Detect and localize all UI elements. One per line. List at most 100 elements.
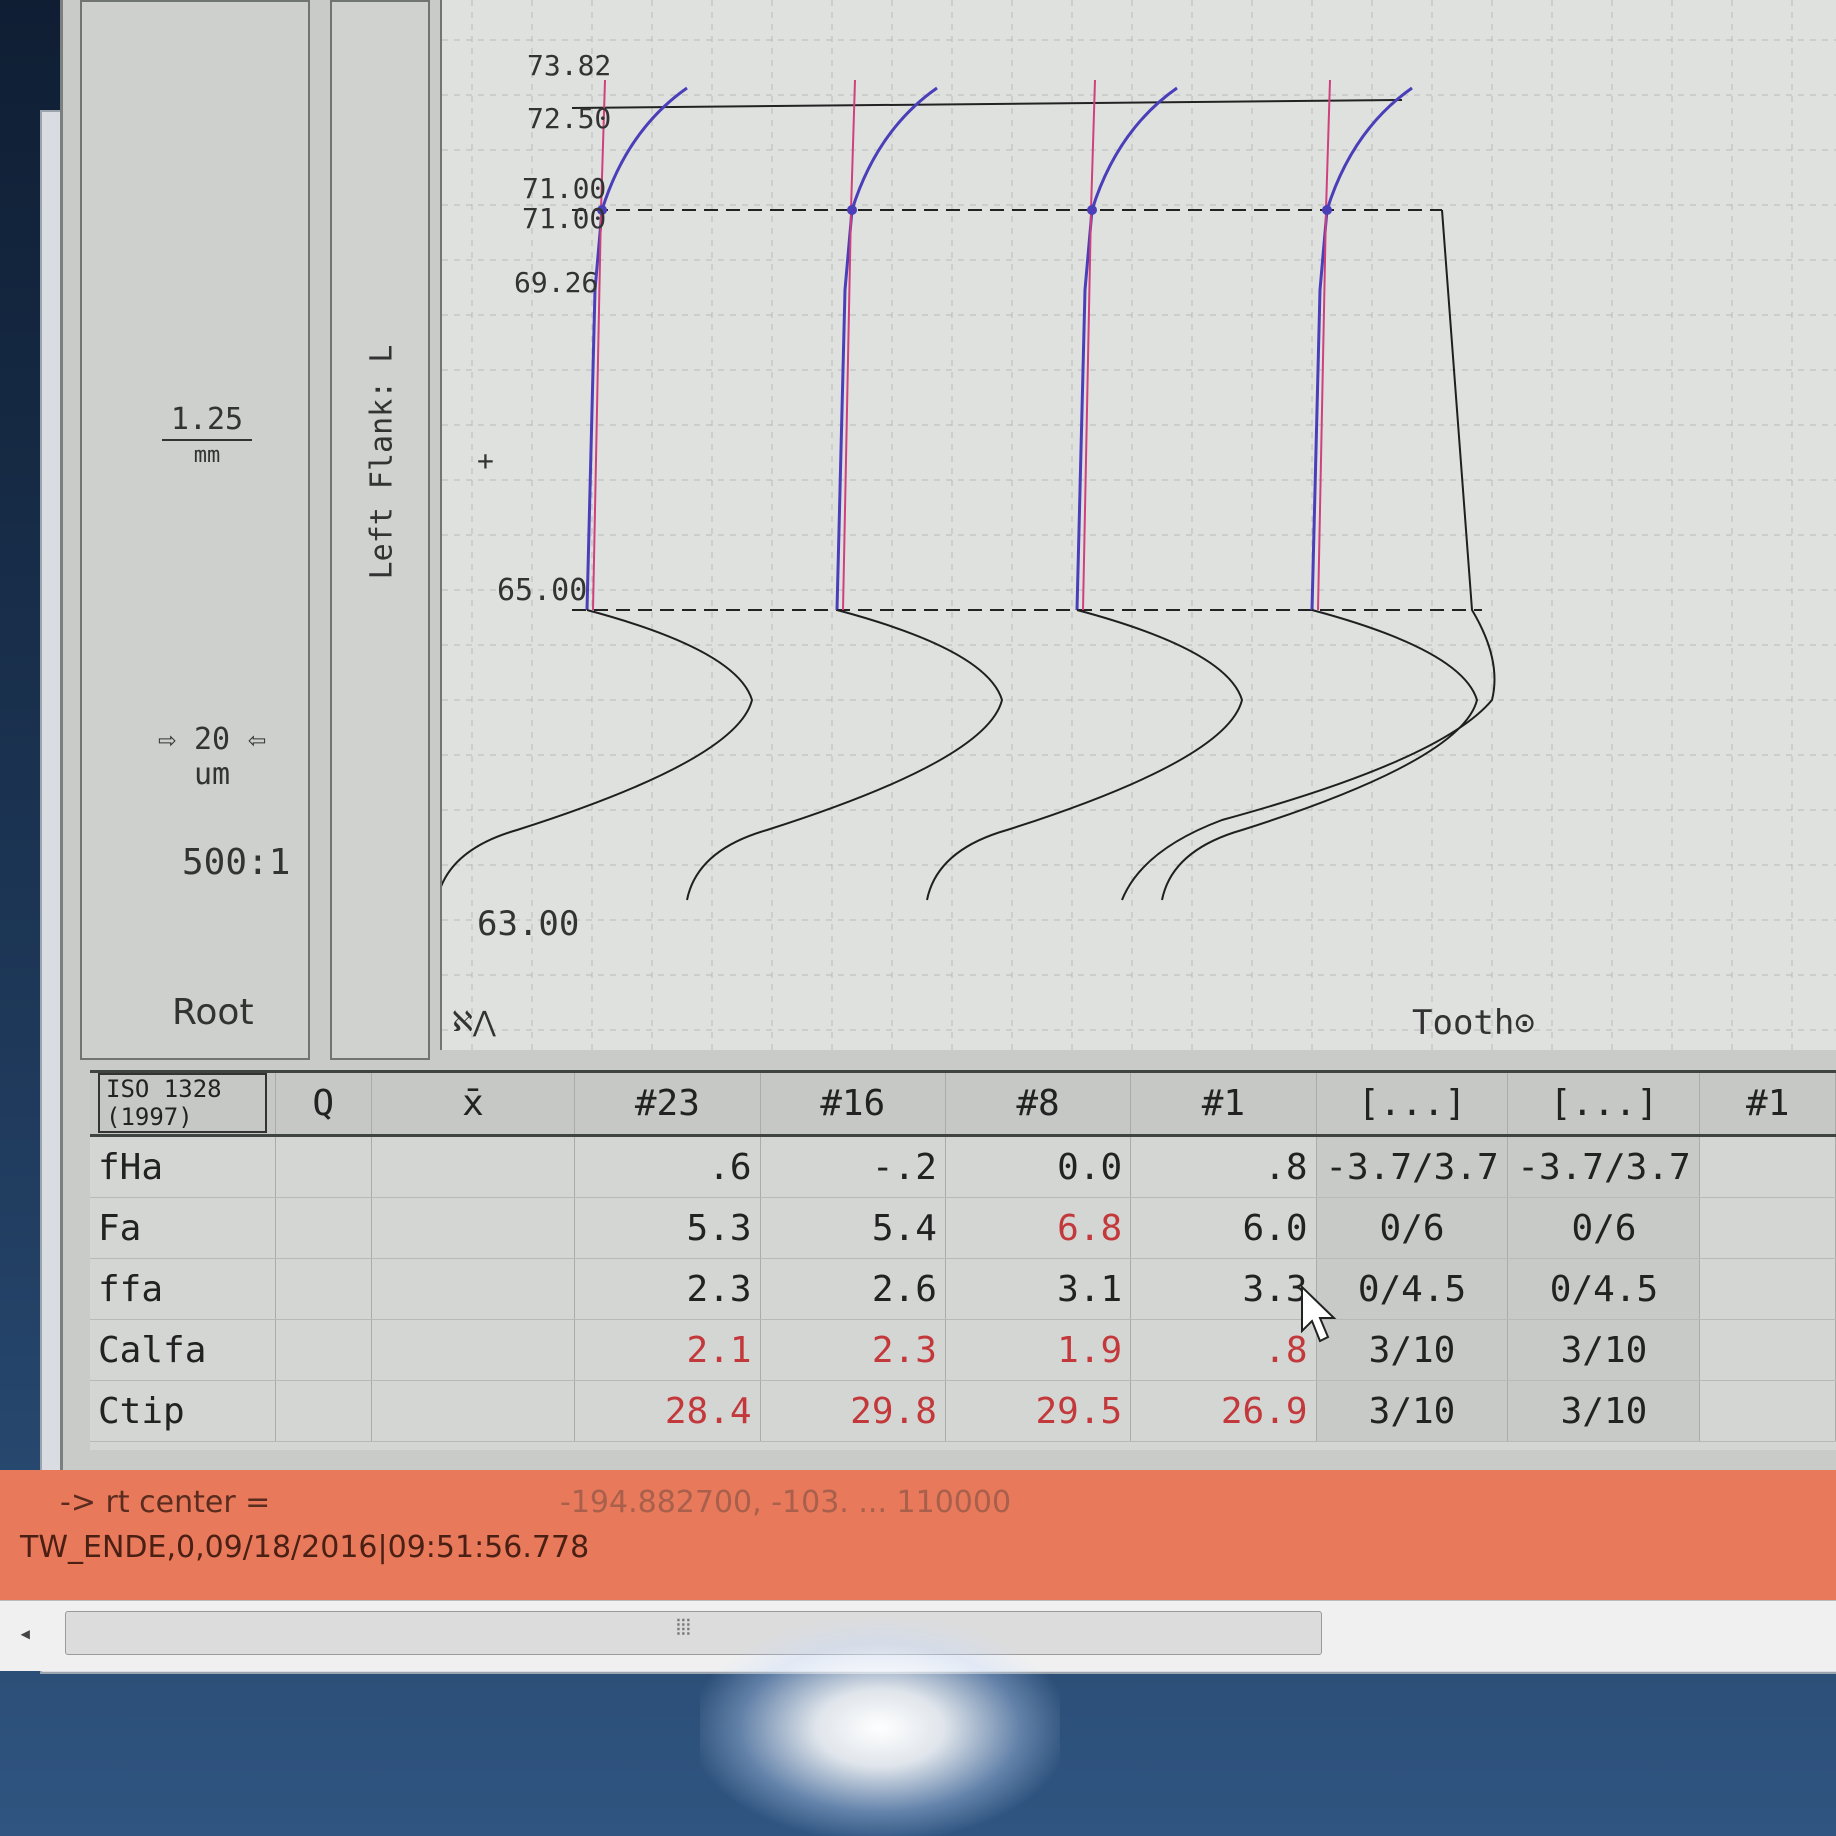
value-cell: 29.5: [945, 1380, 1132, 1442]
parameter-name: fHa: [90, 1135, 276, 1198]
q-cell: [275, 1135, 372, 1198]
value-cell: 5.4: [760, 1197, 946, 1259]
tolerance-cell: 3/10: [1507, 1380, 1701, 1442]
parameter-name: Calfa: [90, 1319, 276, 1381]
plus-marker: +: [477, 444, 494, 477]
extra-cell: [1699, 1135, 1836, 1198]
root-label: Root: [172, 992, 254, 1033]
value-cell: 2.3: [574, 1258, 761, 1320]
value-cell: 2.1: [574, 1319, 761, 1381]
results-grid: ISO 1328 (1997) Q x̄ #23 #16 #8 #1 [...]…: [90, 1070, 1836, 1450]
parameter-name: Fa: [90, 1197, 276, 1259]
parameter-name: Ctip: [90, 1380, 276, 1442]
column-header[interactable]: #1: [1699, 1070, 1836, 1137]
plot-grid: [442, 0, 1836, 1050]
axis-label: 71.00: [522, 202, 606, 235]
table-row: Fa 5.3 5.4 6.8 6.0 0/6 0/6: [90, 1197, 1836, 1259]
column-header[interactable]: #23: [574, 1070, 761, 1137]
tolerance-cell: 0/4.5: [1507, 1258, 1701, 1320]
right-arrow-icon: ⇦: [248, 722, 267, 757]
console-value: -194.882700, -103. ... 110000: [560, 1485, 1012, 1520]
column-header[interactable]: #1: [1130, 1070, 1317, 1137]
scale-divider: [162, 439, 252, 441]
left-arrow-icon: ⇨: [157, 722, 176, 757]
tolerance-cell: 3/10: [1507, 1319, 1701, 1381]
axis-label: 69.26: [514, 266, 598, 299]
tolerance-cell: -3.7/3.7: [1507, 1135, 1701, 1198]
root-curve: [442, 609, 754, 888]
length-scale-value: 1.25: [170, 402, 244, 437]
circle-marker-icon: ⊙: [1514, 1003, 1535, 1043]
tolerance-cell: 0/6: [1316, 1197, 1509, 1259]
column-header[interactable]: #16: [760, 1070, 946, 1137]
profile-marker: [847, 205, 857, 215]
q-cell: [275, 1258, 372, 1320]
tolerance-cell: 3/10: [1316, 1380, 1509, 1442]
axis-label: 72.50: [527, 102, 611, 135]
tolerance-cell: 0/6: [1507, 1197, 1701, 1259]
value-cell: .8: [1130, 1319, 1317, 1381]
deviation-scale-unit: um: [193, 757, 231, 792]
value-cell: 3.1: [945, 1258, 1132, 1320]
length-scale: 1.25 mm: [142, 402, 272, 468]
tolerance-cell: 0/4.5: [1316, 1258, 1509, 1320]
table-header-row: ISO 1328 (1997) Q x̄ #23 #16 #8 #1 [...]…: [90, 1070, 1836, 1137]
value-cell: 2.6: [760, 1258, 946, 1320]
scrollbar-thumb[interactable]: ⦙⦙⦙: [65, 1611, 1322, 1655]
profile-marker: [1087, 205, 1097, 215]
table-row: Calfa 2.1 2.3 1.9.8 3/10 3/10: [90, 1319, 1836, 1381]
table-row: fHa .6 -.2 0.0.8 -3.7/3.7 -3.7/3.7: [90, 1135, 1836, 1198]
mean-cell: [371, 1135, 576, 1198]
standard-header: ISO 1328 (1997): [90, 1070, 276, 1137]
profile-marker: [1322, 205, 1332, 215]
profile-chart: 73.82 72.50 71.00 71.00 69.26 65.00 63.0…: [442, 0, 1836, 1050]
grip-icon: ⦙⦙⦙: [676, 1616, 691, 1641]
mean-header[interactable]: x̄: [371, 1070, 576, 1137]
q-cell: [275, 1319, 372, 1381]
tolerance-cell: 3/10: [1316, 1319, 1509, 1381]
table-row: Ctip 28.4 29.8 29.5 26.9 3/10 3/10: [90, 1380, 1836, 1442]
console-line: TW_ENDE,0,09/18/2016|09:51:56.778: [20, 1530, 590, 1565]
column-header[interactable]: #8: [945, 1070, 1132, 1137]
axis-label: 73.82: [527, 49, 611, 82]
value-cell: .8: [1130, 1135, 1317, 1198]
extra-cell: [1699, 1380, 1836, 1442]
extra-cell: [1699, 1258, 1836, 1320]
flank-label: Left Flank: L: [364, 344, 400, 580]
scale-panel: 1.25 mm ⇨ 20 ⇦ um 500:1 Root: [80, 0, 310, 1060]
value-cell: 5.3: [574, 1197, 761, 1259]
console-line: -> rt center =: [60, 1485, 271, 1520]
mean-cell: [371, 1258, 576, 1320]
value-cell: 6.8: [945, 1197, 1132, 1259]
axis-label: 63.00: [477, 904, 579, 944]
value-cell: 6.0: [1130, 1197, 1317, 1259]
results-table: ISO 1328 (1997) Q x̄ #23 #16 #8 #1 [...]…: [90, 1070, 1836, 1442]
length-scale-unit: mm: [193, 443, 221, 468]
standard-badge: ISO 1328 (1997): [98, 1073, 267, 1133]
value-cell: 29.8: [760, 1380, 946, 1442]
value-cell: 2.3: [760, 1319, 946, 1381]
q-cell: [275, 1197, 372, 1259]
screen-glare: [700, 1620, 1060, 1836]
parameter-name: ffa: [90, 1258, 276, 1320]
mean-cell: [371, 1380, 576, 1442]
top-reference-line: [571, 99, 1403, 109]
extra-cell: [1699, 1197, 1836, 1259]
axis-label: 71.00: [522, 172, 606, 205]
extra-cell: [1699, 1319, 1836, 1381]
magnification-ratio: 500:1: [182, 842, 291, 883]
tolerance-header[interactable]: [...]: [1316, 1070, 1509, 1137]
q-header[interactable]: Q: [275, 1070, 372, 1137]
flank-strip: Left Flank: L: [330, 0, 430, 1060]
value-cell: 0.0: [945, 1135, 1132, 1198]
deviation-scale: ⇨ 20 ⇦ um: [142, 722, 282, 792]
table-row: ffa 2.3 2.6 3.1 3.3 0/4.5 0/4.5: [90, 1258, 1836, 1320]
tolerance-header[interactable]: [...]: [1507, 1070, 1701, 1137]
tolerance-cell: -3.7/3.7: [1316, 1135, 1509, 1198]
value-cell: .6: [574, 1135, 761, 1198]
axis-label: 65.00: [497, 573, 587, 608]
value-cell: 1.9: [945, 1319, 1132, 1381]
root-curve: [1121, 209, 1496, 901]
value-cell: 26.9: [1130, 1380, 1317, 1442]
scroll-left-icon[interactable]: ◂: [18, 1619, 32, 1647]
